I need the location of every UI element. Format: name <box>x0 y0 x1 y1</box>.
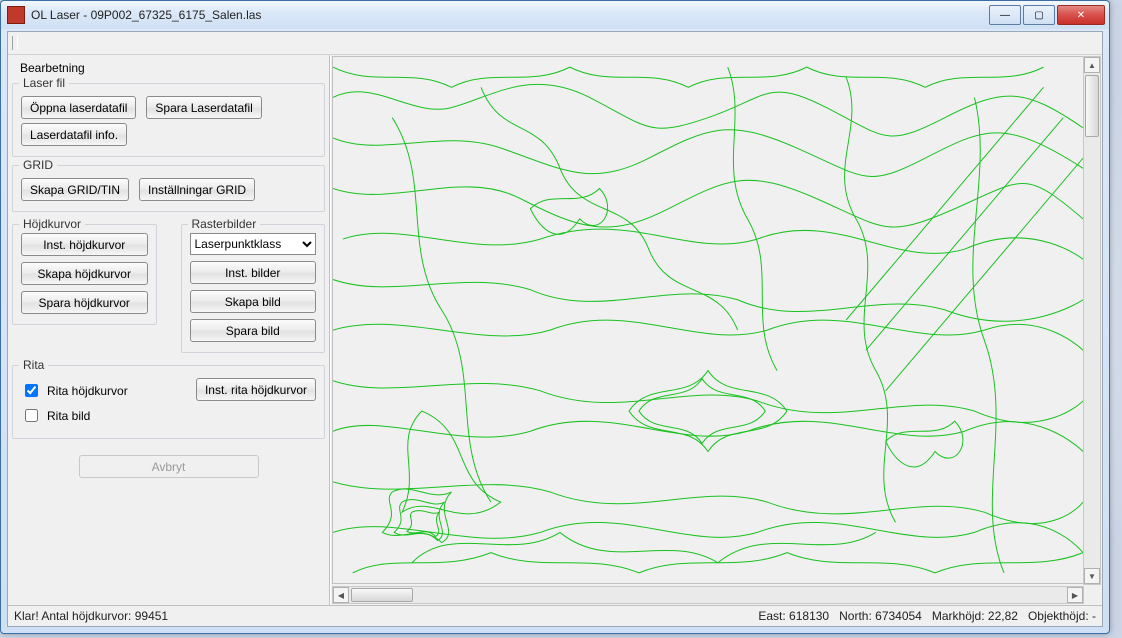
scroll-up-icon[interactable]: ▲ <box>1084 57 1100 73</box>
create-contours-button[interactable]: Skapa höjdkurvor <box>21 262 148 285</box>
create-image-button[interactable]: Skapa bild <box>190 290 317 313</box>
draw-image-checkbox[interactable]: Rita bild <box>21 406 186 425</box>
scroll-down-icon[interactable]: ▼ <box>1084 568 1100 584</box>
titlebar[interactable]: OL Laser - 09P002_67325_6175_Salen.las —… <box>1 1 1109 29</box>
laser-info-button[interactable]: Laserdatafil info. <box>21 123 127 146</box>
scroll-right-icon[interactable]: ▶ <box>1067 587 1083 603</box>
save-laser-button[interactable]: Spara Laserdatafil <box>146 96 261 119</box>
contour-lines <box>333 57 1083 583</box>
contours-settings-button[interactable]: Inst. höjdkurvor <box>21 233 148 256</box>
horizontal-scrollbar[interactable]: ◀ ▶ <box>332 586 1084 604</box>
status-ground-value: 22,82 <box>988 609 1018 623</box>
group-grid-title: GRID <box>19 158 57 172</box>
minimize-button[interactable]: — <box>989 5 1021 25</box>
group-draw: Rita Rita höjdkurvor Rita bild <box>12 365 325 439</box>
status-ground-label: Markhöjd: <box>932 609 985 623</box>
create-grid-button[interactable]: Skapa GRID/TIN <box>21 178 129 201</box>
group-raster-title: Rasterbilder <box>188 217 261 231</box>
group-raster: Rasterbilder Laserpunktklass Inst. bilde… <box>181 224 326 353</box>
contour-canvas[interactable] <box>332 56 1084 584</box>
sidebar-panel: Bearbetning Laser fil Öppna laserdatafil… <box>8 55 330 605</box>
client-area: Bearbetning Laser fil Öppna laserdatafil… <box>7 31 1103 627</box>
group-grid: GRID Skapa GRID/TIN Inställningar GRID <box>12 165 325 212</box>
app-window: OL Laser - 09P002_67325_6175_Salen.las —… <box>0 0 1110 634</box>
toolbar-grip[interactable] <box>12 36 18 50</box>
panel-title: Bearbetning <box>20 61 85 75</box>
scroll-left-icon[interactable]: ◀ <box>333 587 349 603</box>
window-title: OL Laser - 09P002_67325_6175_Salen.las <box>31 8 261 22</box>
raster-settings-button[interactable]: Inst. bilder <box>190 261 317 284</box>
status-north-label: North: <box>839 609 872 623</box>
app-icon <box>7 6 25 24</box>
cancel-button[interactable]: Avbryt <box>79 455 259 478</box>
group-laser-title: Laser fil <box>19 76 69 90</box>
close-button[interactable]: ✕ <box>1057 5 1105 25</box>
group-contours-title: Höjdkurvor <box>19 217 85 231</box>
status-east-label: East: <box>758 609 785 623</box>
status-obj-value: - <box>1092 609 1096 623</box>
group-laser: Laser fil Öppna laserdatafil Spara Laser… <box>12 83 325 157</box>
toolbar <box>8 32 1102 55</box>
maximize-button[interactable]: ▢ <box>1023 5 1055 25</box>
canvas-area: ▲ ▼ ◀ ▶ <box>330 55 1102 605</box>
raster-combo[interactable]: Laserpunktklass <box>190 233 317 255</box>
status-left: Klar! Antal höjdkurvor: 99451 <box>14 609 168 623</box>
status-obj-label: Objekthöjd: <box>1028 609 1089 623</box>
draw-contours-checkbox[interactable]: Rita höjdkurvor <box>21 381 186 400</box>
group-draw-title: Rita <box>19 358 48 372</box>
open-laser-button[interactable]: Öppna laserdatafil <box>21 96 136 119</box>
scroll-thumb[interactable] <box>1085 75 1099 137</box>
grid-settings-button[interactable]: Inställningar GRID <box>139 178 255 201</box>
save-image-button[interactable]: Spara bild <box>190 319 317 342</box>
scroll-thumb[interactable] <box>351 588 413 602</box>
save-contours-button[interactable]: Spara höjdkurvor <box>21 291 148 314</box>
vertical-scrollbar[interactable]: ▲ ▼ <box>1083 56 1101 585</box>
status-north-value: 6734054 <box>875 609 922 623</box>
status-east-value: 618130 <box>789 609 829 623</box>
statusbar: Klar! Antal höjdkurvor: 99451 East: 6181… <box>8 605 1102 626</box>
draw-contours-settings-button[interactable]: Inst. rita höjdkurvor <box>196 378 316 401</box>
group-contours: Höjdkurvor Inst. höjdkurvor Skapa höjdku… <box>12 224 157 325</box>
